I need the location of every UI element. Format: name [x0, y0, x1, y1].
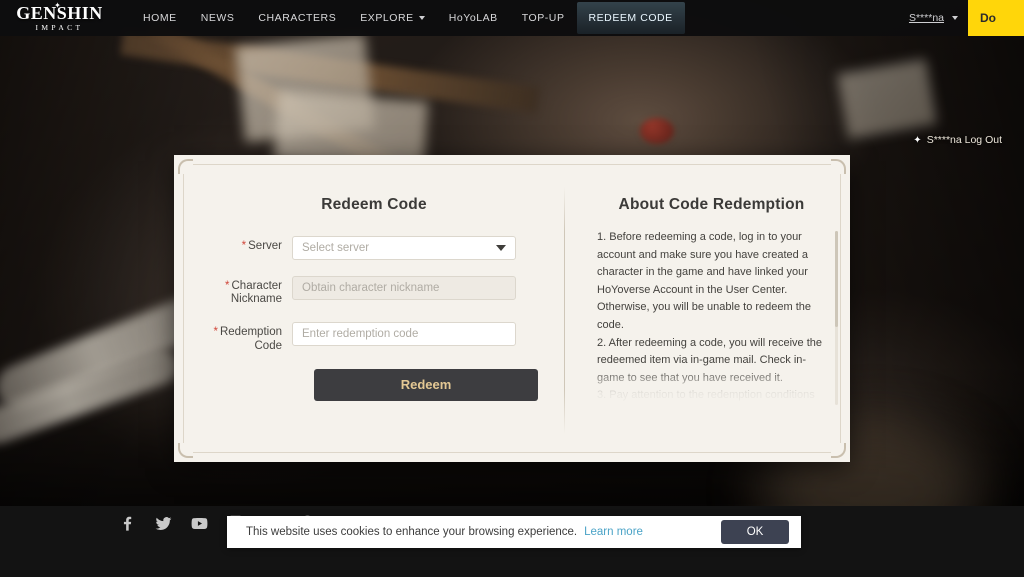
- logo-star-icon: ✦: [54, 1, 61, 10]
- download-button-label: Do: [980, 11, 996, 25]
- server-select[interactable]: [292, 236, 516, 260]
- cookie-banner: This website uses cookies to enhance you…: [227, 516, 801, 548]
- server-label-text: Server: [248, 240, 282, 252]
- redeem-form: *Server *CharacterNickname: [184, 236, 564, 401]
- top-navigation: ✦ GENSHIN IMPACT HOME NEWS CHARACTERS EX…: [0, 0, 1024, 36]
- chevron-down-icon: [418, 16, 425, 20]
- download-button[interactable]: Do: [968, 0, 1024, 36]
- about-item: 2. After redeeming a code, you will rece…: [597, 336, 823, 384]
- logo-subtitle: IMPACT: [35, 23, 84, 33]
- about-text: 1. Before redeeming a code, log in to yo…: [597, 229, 824, 409]
- background-seal: [640, 118, 674, 144]
- required-asterisk: *: [225, 280, 230, 292]
- page-root: ✦ GENSHIN IMPACT HOME NEWS CHARACTERS EX…: [0, 0, 1024, 577]
- nav-item-news[interactable]: NEWS: [189, 2, 247, 34]
- about-item: 3. Pay attention to the redemption condi…: [597, 389, 815, 409]
- redemption-code-input[interactable]: [292, 322, 516, 347]
- redeem-card: Redeem Code *Server *CharacterNi: [174, 155, 850, 462]
- nav-item-redeem-code[interactable]: REDEEM CODE: [576, 2, 685, 34]
- required-asterisk: *: [213, 326, 218, 339]
- nav-item-label: NEWS: [200, 12, 235, 24]
- about-panel-title: About Code Redemption: [618, 196, 805, 213]
- redeem-form-title: Redeem Code: [321, 196, 427, 213]
- cookie-learn-more-link[interactable]: Learn more: [584, 526, 643, 538]
- server-control: [292, 236, 516, 260]
- facebook-icon[interactable]: [118, 514, 137, 533]
- site-logo[interactable]: ✦ GENSHIN IMPACT: [0, 0, 115, 36]
- cookie-message: This website uses cookies to enhance you…: [246, 526, 578, 538]
- redemption-code-control: [292, 322, 516, 347]
- account-menu[interactable]: S****na: [899, 12, 968, 24]
- card-body: Redeem Code *Server *CharacterNi: [184, 165, 840, 452]
- field-row-character-nickname: * Character Nickname: [206, 276, 564, 306]
- nav-item-label: CHARACTERS: [258, 12, 337, 24]
- nav-item-label: HoYoLAB: [448, 12, 498, 24]
- logout-label: S****na Log Out: [926, 134, 1002, 146]
- server-label: * Server: [206, 236, 292, 253]
- nav-right-group: S****na Do: [899, 0, 1024, 36]
- nav-item-hoyolab[interactable]: HoYoLAB: [437, 2, 510, 34]
- field-row-redemption-code: * Redemption Code: [206, 322, 564, 352]
- nav-links: HOME NEWS CHARACTERS EXPLORE HoYoLAB TOP…: [131, 2, 685, 34]
- nav-item-label: EXPLORE: [360, 12, 414, 24]
- required-asterisk: *: [241, 240, 247, 252]
- about-panel: About Code Redemption 1. Before redeemin…: [565, 165, 840, 452]
- cookie-ok-button[interactable]: OK: [721, 520, 789, 544]
- nav-item-label: REDEEM CODE: [588, 12, 673, 24]
- chevron-down-icon: [952, 16, 958, 20]
- twitter-icon[interactable]: [154, 514, 173, 533]
- nav-item-label: HOME: [143, 12, 177, 24]
- character-nickname-control: [292, 276, 516, 300]
- nav-item-home[interactable]: HOME: [131, 2, 189, 34]
- sparkle-icon: ✦: [913, 134, 922, 146]
- character-nickname-input[interactable]: [292, 276, 516, 300]
- redeem-button[interactable]: Redeem: [314, 368, 538, 401]
- about-item: 1. Before redeeming a code, log in to yo…: [597, 231, 812, 331]
- about-scroll-area[interactable]: 1. Before redeeming a code, log in to yo…: [597, 229, 840, 409]
- nav-item-explore[interactable]: EXPLORE: [348, 2, 436, 34]
- field-row-server: * Server: [206, 236, 564, 260]
- nav-item-top-up[interactable]: TOP-UP: [510, 2, 577, 34]
- character-nickname-label: * Character Nickname: [225, 280, 282, 306]
- redeem-form-panel: Redeem Code *Server *CharacterNi: [184, 165, 564, 452]
- account-username: S****na: [908, 12, 944, 24]
- about-scrollbar-thumb[interactable]: [835, 231, 838, 327]
- nav-item-characters[interactable]: CHARACTERS: [246, 2, 348, 34]
- logout-link[interactable]: ✦ S****na Log Out: [913, 134, 1002, 146]
- nav-item-label: TOP-UP: [521, 12, 565, 24]
- youtube-icon[interactable]: [190, 514, 209, 533]
- submit-row: Redeem: [206, 368, 564, 401]
- redemption-code-label: * Redemption Code: [213, 326, 283, 352]
